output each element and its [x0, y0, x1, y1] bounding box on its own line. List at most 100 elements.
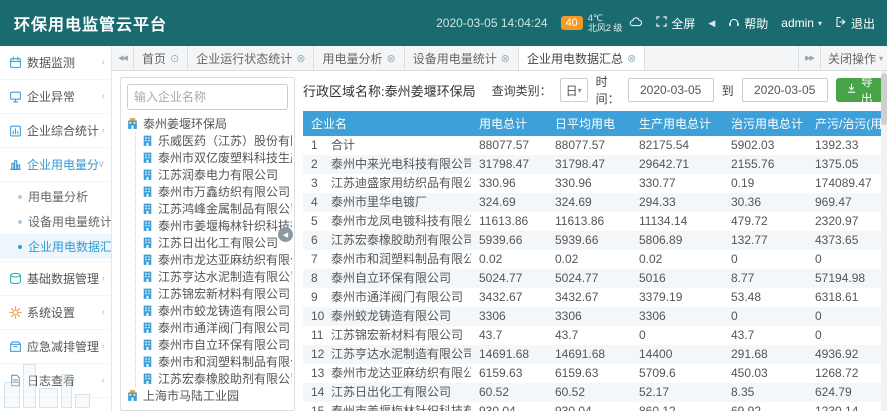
sidebar-item-7[interactable]: 日志查看‹ — [0, 364, 111, 398]
tree-company-item[interactable]: 江苏日出化工有限公司 — [141, 234, 292, 251]
logout-button[interactable]: 退出 — [835, 15, 875, 32]
table-row[interactable]: 1合计88077.5788077.5782175.545902.031392.3… — [303, 136, 887, 155]
sidebar-item-3[interactable]: 企业用电量分析∨ — [0, 148, 111, 182]
sidebar-item-4[interactable]: 基础数据管理‹ — [0, 262, 111, 296]
table-row[interactable]: 10泰州蛟龙铸造有限公司33063306330600 — [303, 307, 887, 326]
table-row[interactable]: 5泰州市龙凤电镀科技有限公司11613.8611613.8611134.1447… — [303, 212, 887, 231]
value-cell: 969.47 — [807, 193, 887, 212]
company-name-cell: 1合计 — [303, 136, 471, 155]
header-collapse-arrow-icon[interactable]: ◀ — [708, 18, 715, 29]
value-cell: 11134.14 — [631, 212, 723, 231]
tab-0[interactable]: 首页⊙ — [134, 46, 188, 70]
help-button[interactable]: 帮助 — [728, 15, 768, 32]
table-row[interactable]: 7泰州市和润塑料制品有限公司0.020.020.0200 — [303, 250, 887, 269]
tree-root-item[interactable]: 上海市马陆工业园 — [126, 387, 292, 404]
tree-company-item[interactable]: 江苏锦宏新材料有限公司 — [141, 285, 292, 302]
column-header: 用电总计 — [471, 111, 547, 136]
tree-company-label: 泰州市双亿废塑料科技生产有限公司 — [158, 149, 292, 166]
tab-close-icon[interactable]: ⊗ — [386, 52, 395, 65]
table-row[interactable]: 9泰州市通洋阀门有限公司3432.673432.673379.1953.4863… — [303, 288, 887, 307]
date-from-input[interactable] — [628, 78, 714, 102]
tree-company-item[interactable]: 泰州市通洋阀门有限公司 — [141, 319, 292, 336]
tree-company-item[interactable]: 泰州市自立环保有限公司 — [141, 336, 292, 353]
sidebar-subitem[interactable]: 设备用电量统计 — [0, 209, 111, 234]
company-icon — [141, 321, 154, 334]
sidebar-item-1[interactable]: 企业异常‹ — [0, 80, 111, 114]
username-text: admin — [781, 16, 814, 30]
tree-company-item[interactable]: 泰州市万鑫纺织有限公司 — [141, 183, 292, 200]
tree-company-item[interactable]: 泰州市和润塑料制品有限公司 — [141, 353, 292, 370]
bar-chart-icon — [9, 158, 22, 171]
fullscreen-button[interactable]: 全屏 — [656, 15, 695, 32]
company-name-cell: 12江苏亨达水泥制造有限公司 — [303, 345, 471, 364]
table-row[interactable]: 2泰州中来光电科技有限公司31798.4731798.4729642.71215… — [303, 155, 887, 174]
company-icon — [141, 270, 154, 283]
sidebar-item-0[interactable]: 数据监测‹ — [0, 46, 111, 80]
scrollbar-thumb[interactable] — [881, 73, 887, 125]
close-operations-button[interactable]: 关闭操作 ▾ — [820, 46, 887, 70]
user-menu[interactable]: admin ▾ — [781, 16, 822, 30]
company-name-cell: 6江苏宏泰橡胶助剂有限公司 — [303, 231, 471, 250]
table-row[interactable]: 6江苏宏泰橡胶助剂有限公司5939.665939.665806.89132.77… — [303, 231, 887, 250]
row-index: 15 — [311, 402, 331, 411]
tab-close-icon[interactable]: ⊗ — [296, 52, 305, 65]
sidebar-subitem[interactable]: 企业用电数据汇总 — [0, 234, 111, 259]
tree-company-label: 泰州市通洋阀门有限公司 — [158, 319, 290, 336]
column-header: 产污/治污(用 — [807, 111, 887, 136]
table-row[interactable]: 3江苏迪盛家用纺织品有限公司330.96330.96330.770.191740… — [303, 174, 887, 193]
tree-company-item[interactable]: 江苏亨达水泥制造有限公司 — [141, 268, 292, 285]
logout-label: 退出 — [851, 15, 875, 32]
tree-company-label: 泰州市万鑫纺织有限公司 — [158, 183, 290, 200]
tab-2[interactable]: 用电量分析⊗ — [314, 46, 404, 70]
bureau-icon — [126, 389, 139, 402]
app-header: 环保用电监管云平台 2020-03-05 14:04:24 40 4℃ 北风2 … — [0, 0, 887, 46]
table-row[interactable]: 8泰州自立环保有限公司5024.775024.7750168.7757194.9… — [303, 269, 887, 288]
date-to-input[interactable] — [742, 78, 828, 102]
company-icon — [141, 287, 154, 300]
sidebar-item-label: 企业综合统计 — [27, 122, 102, 139]
value-cell: 82175.54 — [631, 136, 723, 155]
tree-company-item[interactable]: 泰州市蛟龙铸造有限公司 — [141, 302, 292, 319]
table-row[interactable]: 13泰州市龙达亚麻纺织有限公司6159.636159.635709.6450.0… — [303, 364, 887, 383]
tree-company-item[interactable]: 乐威医药（江苏）股份有限公司 — [141, 132, 292, 149]
export-button[interactable]: 导出 — [836, 78, 883, 102]
tab-1[interactable]: 企业运行状态统计⊗ — [188, 46, 314, 70]
category-select[interactable]: 日 ▾ — [560, 78, 588, 102]
fullscreen-label: 全屏 — [671, 15, 695, 32]
tree-company-item[interactable]: 江苏润泰电力有限公司 — [141, 166, 292, 183]
sidebar-item-6[interactable]: 应急减排管理‹ — [0, 330, 111, 364]
company-search-input[interactable] — [134, 90, 281, 104]
company-name-cell: 4泰州市里华电镀厂 — [303, 193, 471, 212]
tab-3[interactable]: 设备用电量统计 ⊗ — [405, 46, 519, 70]
tree-company-item[interactable]: 泰州市双亿废塑料科技生产有限公司 — [141, 149, 292, 166]
sidebar-item-5[interactable]: 系统设置‹ — [0, 296, 111, 330]
value-cell: 0 — [807, 307, 887, 326]
tabs-scroll-left-icon[interactable]: ◀◀ — [112, 46, 134, 70]
tab-close-icon[interactable]: ⊗ — [501, 52, 510, 65]
table-row[interactable]: 14江苏日出化工有限公司60.5260.5252.178.35624.79 — [303, 383, 887, 402]
tab-4[interactable]: 企业用电数据汇总⊗ — [519, 46, 645, 70]
tab-label: 设备用电量统计 — [413, 50, 497, 67]
sidebar-subitem[interactable]: 用电量分析 — [0, 184, 111, 209]
tabs-scroll-right-icon[interactable]: ▶▶ — [798, 46, 820, 70]
sidebar-item-label: 系统设置 — [27, 304, 102, 321]
value-cell: 0.02 — [547, 250, 631, 269]
tree-company-item[interactable]: 泰州市龙达亚麻纺织有限公司 — [141, 251, 292, 268]
tab-bar-right: ▶▶ 关闭操作 ▾ — [798, 46, 887, 70]
tree-company-item[interactable]: 江苏鸿峰金属制品有限公司 — [141, 200, 292, 217]
table-row[interactable]: 11江苏锦宏新材料有限公司43.743.7043.70 — [303, 326, 887, 345]
tab-list: 首页⊙企业运行状态统计⊗用电量分析⊗设备用电量统计⊗企业用电数据汇总⊗ — [134, 46, 645, 70]
row-index: 8 — [311, 269, 331, 288]
table-row[interactable]: 4泰州市里华电镀厂324.69324.69294.3330.36969.47 — [303, 193, 887, 212]
tree-company-item[interactable]: 江苏宏泰橡胶助剂有限公司 — [141, 370, 292, 387]
value-cell: 1375.05 — [807, 155, 887, 174]
tree-company-item[interactable]: 泰州市姜堰梅林针织科技有限公司 — [141, 217, 292, 234]
app-title: 环保用电监管云平台 — [14, 11, 167, 35]
tree-root-item[interactable]: 泰州姜堰环保局 — [126, 115, 292, 132]
value-cell: 3306 — [631, 307, 723, 326]
table-row[interactable]: 12江苏亨达水泥制造有限公司14691.6814691.6814400291.6… — [303, 345, 887, 364]
sidebar-item-2[interactable]: 企业综合统计‹ — [0, 114, 111, 148]
tab-close-icon[interactable]: ⊗ — [627, 52, 636, 65]
table-row[interactable]: 15泰州市姜堰梅林针织科技有限公司930.04930.04860.1269.92… — [303, 402, 887, 411]
vertical-scrollbar[interactable] — [881, 71, 887, 411]
